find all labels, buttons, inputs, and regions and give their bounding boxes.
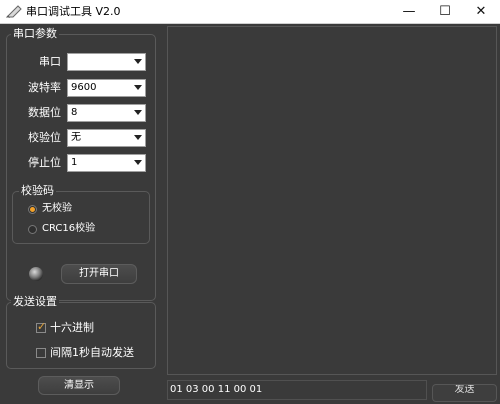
close-button[interactable]: ✕	[464, 0, 498, 24]
auto-send-checkbox[interactable]	[36, 348, 46, 358]
checksum-none-label: 无校验	[42, 203, 72, 214]
send-settings-title: 发送设置	[11, 295, 59, 309]
auto-send-label: 间隔1秒自动发送	[50, 346, 134, 359]
databits-select[interactable]: 8	[67, 104, 146, 122]
serial-params-title: 串口参数	[11, 27, 59, 41]
hex-checkbox[interactable]: ✓	[36, 320, 47, 333]
receive-area[interactable]	[167, 26, 497, 375]
checksum-crc16-label: CRC16校验	[42, 223, 96, 234]
auto-send-option[interactable]: 间隔1秒自动发送	[36, 346, 156, 360]
databits-label: 数据位	[28, 106, 61, 119]
stopbits-label: 停止位	[28, 156, 61, 169]
chevron-down-icon	[134, 110, 142, 115]
port-status-led	[29, 267, 43, 281]
radio-unselected[interactable]	[28, 225, 37, 234]
parity-label: 校验位	[28, 131, 61, 144]
minimize-button[interactable]: —	[392, 0, 426, 24]
left-panel: 串口参数 串口 波特率 9600 数据位 8 校验位 无 停止位 1 校验码 无…	[2, 25, 162, 402]
baud-label: 波特率	[28, 81, 61, 94]
stopbits-value: 1	[71, 157, 78, 168]
checksum-option-crc16[interactable]: CRC16校验	[28, 223, 138, 236]
port-row: 串口	[7, 53, 152, 71]
checkmark-icon: ✓	[37, 320, 47, 333]
port-select[interactable]	[67, 53, 146, 71]
clear-display-button[interactable]: 清显示	[38, 376, 120, 395]
baud-value: 9600	[71, 82, 97, 93]
radio-selected[interactable]	[28, 205, 37, 214]
pen-icon	[6, 5, 22, 18]
checksum-title: 校验码	[19, 184, 56, 198]
chevron-down-icon	[134, 135, 142, 140]
title-bar: 串口调试工具 V2.0 — ☐ ✕	[0, 0, 500, 24]
baud-select[interactable]: 9600	[67, 79, 146, 97]
databits-row: 数据位 8	[7, 104, 152, 122]
checksum-group: 校验码 无校验 CRC16校验	[12, 184, 150, 244]
baud-row: 波特率 9600	[7, 79, 152, 97]
send-input[interactable]: 01 03 00 11 00 01	[167, 380, 427, 400]
parity-select[interactable]: 无	[67, 129, 146, 147]
serial-params-group: 串口参数 串口 波特率 9600 数据位 8 校验位 无 停止位 1 校验码 无…	[6, 27, 156, 301]
chevron-down-icon	[134, 85, 142, 90]
maximize-button[interactable]: ☐	[428, 0, 462, 24]
stopbits-select[interactable]: 1	[67, 154, 146, 172]
send-button[interactable]: 发送	[432, 384, 497, 402]
hex-option[interactable]: ✓ 十六进制	[36, 321, 146, 335]
window-title: 串口调试工具 V2.0	[26, 5, 121, 18]
port-label: 串口	[39, 55, 61, 68]
chevron-down-icon	[134, 160, 142, 165]
parity-row: 校验位 无	[7, 129, 152, 147]
open-port-button[interactable]: 打开串口	[61, 264, 137, 284]
parity-value: 无	[71, 132, 81, 143]
hex-label: 十六进制	[50, 321, 94, 334]
databits-value: 8	[71, 107, 78, 118]
chevron-down-icon	[134, 59, 142, 64]
checksum-option-none[interactable]: 无校验	[28, 203, 138, 216]
send-settings-group: 发送设置 ✓ 十六进制 间隔1秒自动发送	[6, 295, 156, 369]
stopbits-row: 停止位 1	[7, 154, 152, 172]
